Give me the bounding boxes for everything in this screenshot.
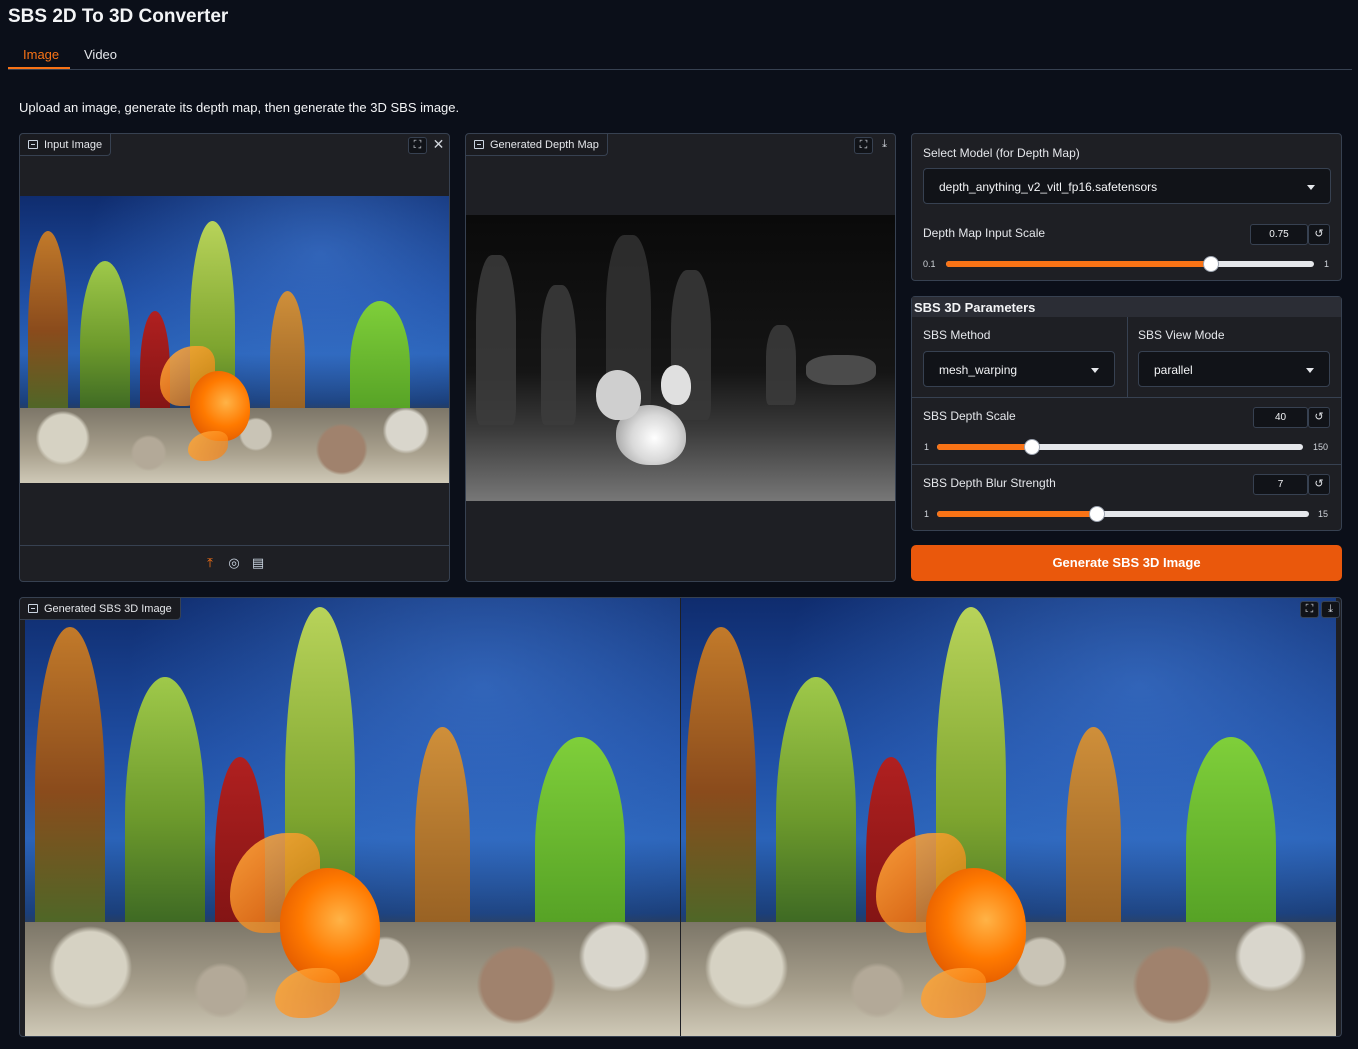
depth-map-preview [466,215,895,501]
tab-video[interactable]: Video [84,47,117,62]
download-icon[interactable]: ⤓ [875,137,894,154]
sbs-params-panel: SBS 3D Parameters SBS Method mesh_warpin… [911,296,1342,531]
sbs-view-mode-dropdown[interactable]: parallel [1138,351,1330,387]
page-description: Upload an image, generate its depth map,… [19,100,460,115]
model-label: Select Model (for Depth Map) [923,146,1080,160]
sbs-left-view [25,598,680,1036]
sbs-blur-label: SBS Depth Blur Strength [923,476,1056,490]
sbs-depth-scale-slider[interactable] [937,439,1303,455]
fullscreen-icon[interactable]: ⛶ [854,137,873,154]
input-image-preview [20,196,449,483]
input-image-label: Input Image [20,134,112,156]
sbs-depth-scale-max: 150 [1313,442,1329,452]
active-tab-indicator [8,67,70,69]
upload-icon[interactable]: ⤒ [203,556,217,570]
input-image-panel: Input Image ⛶ ✕ ⤒ ◎ ▤ [19,133,450,582]
sbs-depth-scale-label: SBS Depth Scale [923,409,1016,423]
sbs-view-mode-label: SBS View Mode [1138,328,1225,342]
sbs-method-dropdown[interactable]: mesh_warping [923,351,1115,387]
image-icon [28,140,38,149]
divider [1127,317,1128,397]
depth-map-label: Generated Depth Map [466,134,608,156]
download-icon[interactable]: ⤓ [1321,601,1340,618]
tab-bar: Image Video [8,40,1352,70]
depth-input-scale-slider[interactable] [946,256,1314,272]
clipboard-icon[interactable]: ▤ [251,556,265,570]
sbs-params-header: SBS 3D Parameters [912,297,1341,317]
model-dropdown[interactable]: depth_anything_v2_vitl_fp16.safetensors [923,168,1331,204]
app-title: SBS 2D To 3D Converter [8,6,229,27]
slider-thumb[interactable] [1024,439,1041,455]
slider-thumb[interactable] [1202,256,1219,272]
reset-icon[interactable]: ↺ [1308,224,1330,245]
image-icon [474,140,484,149]
sbs-depth-scale-min: 1 [924,442,930,452]
sbs-blur-value[interactable]: 7 [1253,474,1308,495]
depth-input-scale-min: 0.1 [923,259,936,269]
close-icon[interactable]: ✕ [429,137,448,154]
slider-thumb[interactable] [1088,506,1105,522]
sbs-blur-max: 15 [1318,509,1329,519]
webcam-icon[interactable]: ◎ [227,556,241,570]
reset-icon[interactable]: ↺ [1308,474,1330,495]
sbs-blur-slider[interactable] [937,506,1309,522]
depth-map-panel: Generated Depth Map ⛶ ⤓ [465,133,896,582]
output-label: Generated SBS 3D Image [20,598,181,620]
sbs-method-label: SBS Method [923,328,991,342]
reset-icon[interactable]: ↺ [1308,407,1330,428]
depth-input-scale-value[interactable]: 0.75 [1250,224,1308,245]
image-icon [28,604,38,613]
sbs-depth-scale-value[interactable]: 40 [1253,407,1308,428]
chevron-down-icon [1307,185,1315,190]
chevron-down-icon [1091,368,1099,373]
output-panel: Generated SBS 3D Image ⛶ ⤓ [19,597,1342,1037]
generate-sbs-button[interactable]: Generate SBS 3D Image [911,545,1342,581]
chevron-down-icon [1306,368,1314,373]
sbs-blur-min: 1 [924,509,930,519]
fullscreen-icon[interactable]: ⛶ [1300,601,1319,618]
depth-input-scale-max: 1 [1324,259,1330,269]
tab-image[interactable]: Image [23,47,59,62]
sbs-right-view [681,598,1336,1036]
model-settings-panel: Select Model (for Depth Map) depth_anyth… [911,133,1342,281]
divider [912,464,1341,465]
upload-toolbar: ⤒ ◎ ▤ [20,545,449,581]
fullscreen-icon[interactable]: ⛶ [408,137,427,154]
divider [912,397,1341,398]
depth-input-scale-label: Depth Map Input Scale [923,226,1046,240]
